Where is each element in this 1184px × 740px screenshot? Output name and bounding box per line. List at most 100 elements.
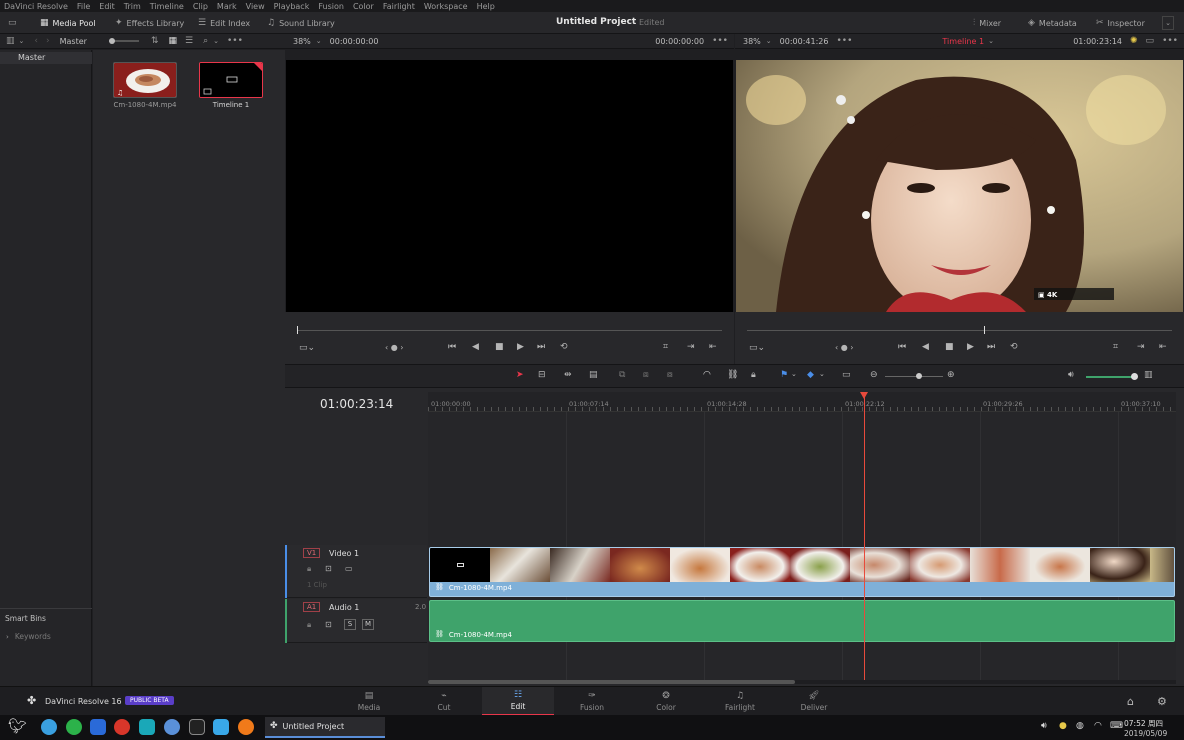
launcher-icon[interactable]: 🐦︎ xyxy=(8,719,27,734)
menu-item-timeline[interactable]: Timeline xyxy=(150,2,184,11)
gear-icon[interactable]: ⚙ xyxy=(1157,696,1167,707)
chevron-down-icon[interactable]: ⌄ xyxy=(19,37,25,45)
tab-media[interactable]: ▤ Media xyxy=(333,687,405,716)
menu-item-fusion[interactable]: Fusion xyxy=(318,2,344,11)
playhead-handle[interactable] xyxy=(860,392,868,399)
keyboard-icon[interactable]: ⌨ xyxy=(1110,722,1123,731)
menu-item-workspace[interactable]: Workspace xyxy=(424,2,468,11)
list-view-icon[interactable]: ☰ xyxy=(185,36,193,46)
mixer-button[interactable]: ⫶ Mixer xyxy=(973,16,1001,30)
loop-icon[interactable]: ⟲ xyxy=(560,342,568,352)
zoom-full-icon[interactable]: ▭ xyxy=(842,370,851,380)
mute-button[interactable]: M xyxy=(362,619,374,630)
timeline-zoom[interactable]: 38% xyxy=(743,37,761,46)
next-edit-icon[interactable]: ⇥ xyxy=(1137,342,1145,352)
source-zoom[interactable]: 38% xyxy=(293,37,311,46)
jog-control-icon[interactable]: ‹ ● › xyxy=(385,343,403,352)
color-wheel-icon[interactable]: ✺ xyxy=(1130,36,1138,46)
media-pool-button[interactable]: ▦ Media Pool xyxy=(40,16,96,30)
solo-button[interactable]: S xyxy=(344,619,356,630)
browser-icon[interactable] xyxy=(41,719,57,735)
speaker-icon[interactable]: 🔊︎ xyxy=(1068,370,1074,380)
auto-select-icon[interactable]: ⊡ xyxy=(325,620,332,629)
back-arrow-icon[interactable]: ‹ xyxy=(34,36,38,46)
timeline-scrubber[interactable] xyxy=(747,330,1172,331)
replace-clip-icon[interactable]: ⧇ xyxy=(667,370,673,380)
linked-selection-icon[interactable]: ⛓ xyxy=(727,370,738,380)
selection-tool-icon[interactable]: ➤ xyxy=(516,370,524,380)
more-options-icon[interactable]: ••• xyxy=(836,36,852,46)
chevron-down-icon[interactable]: ⌄ xyxy=(988,37,994,45)
trim-tool-icon[interactable]: ⊟ xyxy=(538,370,546,380)
zoom-out-icon[interactable]: ⊖ xyxy=(870,370,878,380)
tab-color[interactable]: ❂ Color xyxy=(630,687,702,716)
forward-arrow-icon[interactable]: › xyxy=(46,36,50,46)
zoom-slider-knob[interactable] xyxy=(916,373,922,379)
menu-item-file[interactable]: File xyxy=(77,2,90,11)
auto-select-icon[interactable]: ⊡ xyxy=(325,564,332,573)
blade-tool-icon[interactable]: ⇹ xyxy=(564,370,572,380)
wechat-icon[interactable] xyxy=(66,719,82,735)
sound-library-button[interactable]: ♫ Sound Library xyxy=(267,16,335,30)
timeline-viewer[interactable]: ▣ 4K xyxy=(736,60,1183,312)
audio-track-header[interactable]: A1 Audio 1 2.0 🔒︎ ⊡ S M xyxy=(285,599,427,643)
menu-item-clip[interactable]: Clip xyxy=(193,2,208,11)
go-to-end-icon[interactable]: ⏭ xyxy=(537,342,545,352)
reverse-icon[interactable]: ◀ xyxy=(922,342,929,352)
timeline-viewer-playhead[interactable] xyxy=(984,326,985,334)
lock-icon[interactable]: 🔒︎ xyxy=(307,564,311,574)
prev-edit-icon[interactable]: ⇤ xyxy=(709,342,717,352)
source-viewer[interactable] xyxy=(286,60,733,312)
scrollbar-thumb[interactable] xyxy=(428,680,795,684)
keywords-bin[interactable]: › Keywords xyxy=(6,632,51,641)
lock-icon[interactable]: 🔒︎ xyxy=(307,620,311,630)
sidebar-toggle-icon[interactable]: ▥ xyxy=(6,36,15,46)
home-icon[interactable]: ⌂ xyxy=(1127,696,1134,707)
zoom-slider[interactable] xyxy=(885,376,943,377)
insert-clip-icon[interactable]: ⧉ xyxy=(619,370,625,380)
menu-item-trim[interactable]: Trim xyxy=(124,2,141,11)
monitor-toggle-button[interactable]: ▭ xyxy=(8,16,17,30)
video-track-header[interactable]: V1 Video 1 🔒︎ ⊡ ▭ 1 Clip xyxy=(285,545,427,598)
store-icon[interactable] xyxy=(213,719,229,735)
lock-icon[interactable]: 🔒︎ xyxy=(751,370,756,380)
sort-icon[interactable]: ⇅ xyxy=(151,36,159,46)
meter-icon[interactable]: ▥ xyxy=(1144,370,1153,380)
chevron-down-icon[interactable]: ⌄ xyxy=(791,370,797,378)
video-clip[interactable]: ⛓ Cm-1080-4M.mp4 xyxy=(429,547,1175,597)
menu-item-fairlight[interactable]: Fairlight xyxy=(383,2,415,11)
qq-icon[interactable] xyxy=(114,719,130,735)
taskbar-window-button[interactable]: ✤ Untitled Project xyxy=(265,717,385,738)
track-id-v1[interactable]: V1 xyxy=(303,548,321,558)
go-to-start-icon[interactable]: ⏮ xyxy=(448,342,456,352)
chat-tray-icon[interactable]: ● xyxy=(1059,722,1067,731)
track-name[interactable]: Audio 1 xyxy=(329,603,359,612)
play-icon[interactable]: ▶ xyxy=(967,342,974,352)
timeline-thumbnail[interactable] xyxy=(199,62,263,98)
more-options-icon[interactable]: ••• xyxy=(1162,36,1178,46)
wifi-icon[interactable]: ◠ xyxy=(1094,722,1102,731)
chevron-down-icon[interactable]: ⌄ xyxy=(766,37,772,45)
menu-item-help[interactable]: Help xyxy=(477,2,495,11)
chevron-down-icon[interactable]: ⌄ xyxy=(316,37,322,45)
snapping-icon[interactable]: ◠ xyxy=(703,370,711,380)
prev-edit-icon[interactable]: ⇤ xyxy=(1159,342,1167,352)
zoom-in-icon[interactable]: ⊕ xyxy=(947,370,955,380)
timeline-name[interactable]: Timeline 1 xyxy=(942,37,984,46)
timeline-playhead[interactable] xyxy=(860,392,868,682)
go-to-start-icon[interactable]: ⏮ xyxy=(898,342,906,352)
thumbnail-size-slider[interactable] xyxy=(108,38,139,44)
timeline-ruler[interactable]: 01:00:00:00 01:00:07:14 01:00:14:28 01:0… xyxy=(428,392,1176,412)
grid-view-icon[interactable]: ▦ xyxy=(168,36,177,46)
search-icon[interactable]: ⌕ xyxy=(203,36,208,46)
dynamic-trim-icon[interactable]: ▤ xyxy=(589,370,598,380)
menu-item-color[interactable]: Color xyxy=(353,2,374,11)
menu-item-edit[interactable]: Edit xyxy=(99,2,115,11)
tray-icon[interactable]: ◍ xyxy=(1076,722,1084,731)
menu-item-mark[interactable]: Mark xyxy=(217,2,237,11)
stop-icon[interactable]: ■ xyxy=(495,342,504,352)
volume-slider-knob[interactable] xyxy=(1131,373,1138,380)
go-to-end-icon[interactable]: ⏭ xyxy=(987,342,995,352)
track-name[interactable]: Video 1 xyxy=(329,549,359,558)
tab-cut[interactable]: ⌁ Cut xyxy=(408,687,480,716)
